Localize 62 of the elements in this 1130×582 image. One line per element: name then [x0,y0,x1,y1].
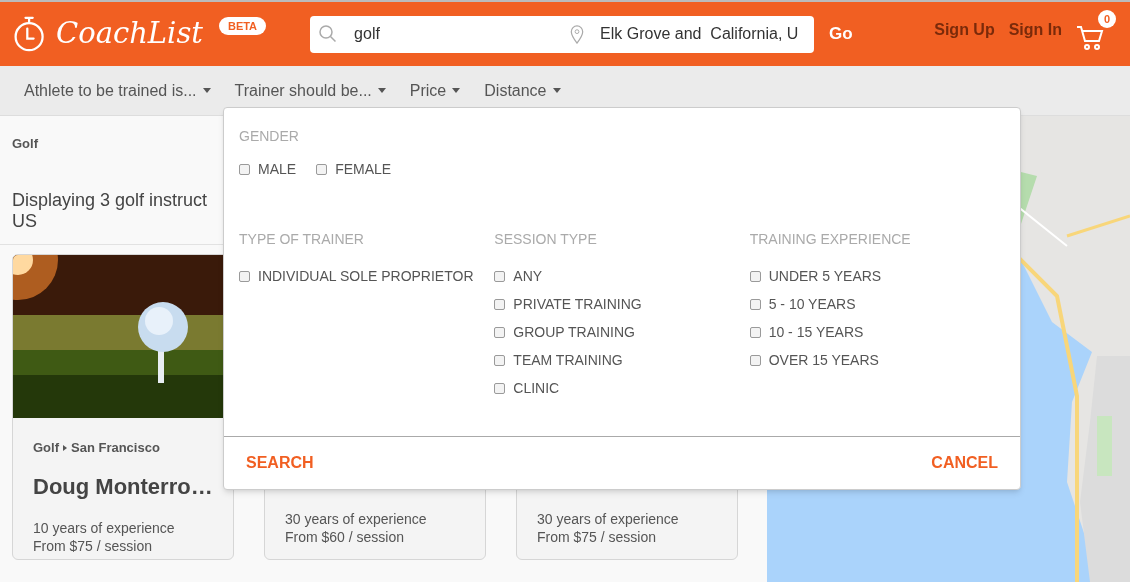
option-label: FEMALE [335,159,392,179]
checkbox[interactable] [749,354,761,366]
experience: 30 years of experience [537,510,680,528]
breadcrumb: Golf [12,136,38,151]
search-field[interactable]: golf [310,15,563,53]
option-label: ANY [513,266,543,286]
checkbox[interactable] [239,270,250,282]
checkbox[interactable] [494,354,506,366]
triangle-icon [63,444,67,451]
results-heading: Displaying 3 golf instruct [12,190,208,211]
cart-count: 0 [1098,10,1116,28]
location: San Francisco [71,439,160,457]
location-field[interactable]: Elk Grove and California, U [562,15,815,53]
search-icon [318,24,339,44]
option-label: GROUP TRAINING [513,322,635,342]
beta-badge: BETA [218,16,267,36]
filter-dropdown[interactable]: Trainer should be... [234,78,386,103]
option-label: UNDER 5 YEARS [768,266,882,286]
option-label: TEAM TRAINING [513,350,623,370]
price: From $60 / session [285,528,406,546]
checkbox[interactable] [749,326,761,338]
checkbox[interactable] [749,270,761,282]
coach-name: Doug Monterro… [33,472,213,501]
option-label: 5 - 10 YEARS [768,294,856,314]
search-input[interactable]: golf [354,22,545,46]
checkbox[interactable] [494,382,506,394]
experience: 10 years of experience [33,518,176,537]
caret-icon [377,88,386,93]
coach-card[interactable]: Golf San Francisco Doug Monterro… 10 years of experience From $75 / session [12,254,234,560]
location-input[interactable]: Elk Grove and California, U [600,22,806,46]
filter-dropdown[interactable]: Athlete to be trained is... [24,78,211,103]
option-label: MALE [258,159,297,179]
checkbox[interactable] [494,270,506,282]
category: Golf [33,439,59,457]
option-label: OVER 15 YEARS [768,350,879,370]
cancel-button[interactable]: CANCEL [931,451,998,475]
search-button[interactable]: SEARCH [246,451,314,475]
checkbox[interactable] [239,163,250,175]
checkbox[interactable] [749,298,761,310]
filter-dropdown[interactable]: Price [409,78,461,103]
caret-icon [202,88,211,93]
group-title: GENDER [239,127,300,146]
option-label: 10 - 15 YEARS [768,322,864,342]
group-title: TYPE OF TRAINER [239,230,365,249]
caret-icon [452,88,461,93]
go-button[interactable]: Go [829,21,853,47]
filter-dropdown[interactable]: Distance [484,78,561,103]
caret-icon [552,88,561,93]
price: From $75 / session [33,536,154,555]
results-heading: US [12,211,37,232]
option-label: PRIVATE TRAINING [513,294,642,314]
option-label: INDIVIDUAL SOLE PROPRIETOR [258,266,474,286]
checkbox[interactable] [316,163,328,175]
checkbox[interactable] [494,298,506,310]
checkbox[interactable] [494,326,506,338]
group-title: SESSION TYPE [494,230,598,249]
experience: 30 years of experience [285,510,428,528]
group-title: TRAINING EXPERIENCE [749,230,912,249]
logo-text: CoachList [56,15,203,53]
map-pin-icon [570,24,585,44]
price: From $75 / session [537,528,658,546]
option-label: CLINIC [513,378,560,398]
